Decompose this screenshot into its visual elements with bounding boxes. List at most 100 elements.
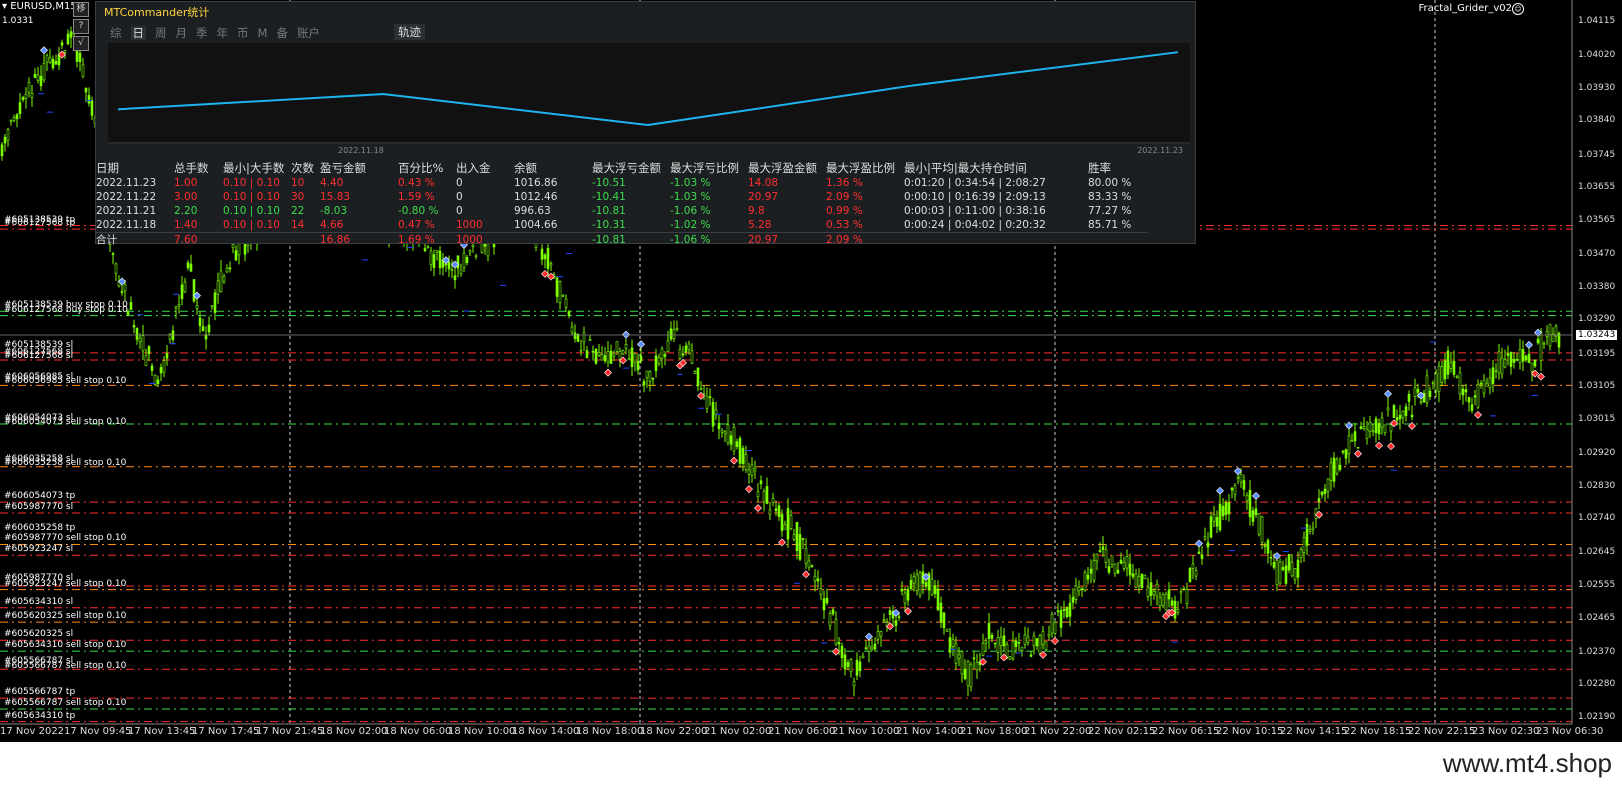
candle-body (666, 340, 670, 352)
candle-body (1455, 376, 1459, 378)
order-label[interactable]: #606054073 sell stop 0.10 (4, 417, 126, 427)
order-label[interactable]: #606054073 tp (4, 491, 75, 501)
fractal-down-marker (904, 607, 912, 616)
candle-body (1347, 435, 1351, 454)
stats-cell: 14.08 (748, 177, 779, 189)
symbol-label[interactable]: ▾ EURUSD,M15 (2, 1, 77, 12)
order-label[interactable]: #606127568 tp (4, 218, 75, 228)
order-label[interactable]: #605566787 tp (4, 687, 75, 697)
candle-body (993, 642, 997, 645)
time-label: 21 Nov 22:00 (1024, 726, 1092, 737)
candle-body (30, 93, 34, 98)
candle-body (615, 341, 619, 352)
candle-body (183, 281, 187, 293)
candle-body (1170, 600, 1174, 606)
candle-body (1518, 349, 1522, 364)
check-button[interactable]: √ (73, 36, 89, 51)
candle-body (1113, 563, 1117, 574)
candle-body (1413, 387, 1417, 397)
mtcommander-panel[interactable]: MTCommander统计 综日周月季年币 M 备账户 轨迹 2022.11.18 … (95, 1, 1196, 247)
candle-body (165, 353, 169, 359)
equity-date-start: 2022.11.18 (338, 146, 384, 155)
candle-body (603, 355, 607, 362)
order-label[interactable]: #605566787 sell stop 0.10 (4, 698, 126, 708)
candle-body (879, 631, 883, 637)
tab-track[interactable]: 轨迹 (394, 24, 425, 40)
period-tabs[interactable]: 综日周月季年币 M 备账户 (110, 25, 329, 41)
candle-body (1176, 609, 1180, 613)
candle-body (1107, 566, 1111, 573)
candle-body (1500, 357, 1504, 375)
candle-body (843, 654, 847, 670)
fractal-down-marker (832, 647, 840, 656)
candle-body (450, 269, 454, 271)
candle-body (906, 589, 910, 601)
order-label[interactable]: #605987770 sl (4, 502, 73, 512)
candle-body (1410, 414, 1414, 418)
help-button[interactable]: ? (73, 19, 89, 34)
stats-cell: -1.06 % (670, 232, 748, 247)
time-label: 18 Nov 02:00 (320, 726, 388, 737)
order-label[interactable]: #606035258 sell stop 0.10 (4, 458, 126, 468)
order-label[interactable]: #605923247 sl (4, 544, 73, 554)
tab-3[interactable]: 月 (176, 26, 188, 40)
stats-cell (1088, 232, 1148, 247)
candle-body (966, 661, 970, 687)
order-label[interactable]: #605923247 sell stop 0.10 (4, 579, 126, 589)
candle-body (60, 42, 64, 46)
candle-body (882, 619, 886, 621)
tab-7[interactable]: M (258, 26, 268, 40)
stats-cell: 1000 (456, 232, 514, 247)
smiley-icon[interactable]: ☺ (1512, 3, 1524, 15)
fractal-up-marker (1252, 491, 1260, 500)
current-price-tag: 1.03243 (1576, 330, 1618, 340)
candle-body (1290, 561, 1294, 577)
tab-2[interactable]: 周 (155, 26, 167, 40)
order-label[interactable]: #605620325 sl (4, 629, 73, 639)
stats-cell: 9.8 (748, 205, 765, 217)
candle-body (711, 402, 715, 427)
stats-cell: 次数 (291, 160, 314, 175)
candle-body (804, 548, 808, 564)
candle-body (876, 631, 880, 640)
stats-cell: 最小|大手数 (223, 160, 285, 175)
order-label[interactable]: #605987770 sell stop 0.10 (4, 533, 126, 543)
stats-cell: 2022.11.23 (96, 177, 157, 189)
side-buttons[interactable]: 移 ? √ (73, 2, 89, 53)
order-label[interactable]: #606056985 sell stop 0.10 (4, 376, 126, 386)
price-tick: 1.03105 (1578, 381, 1616, 392)
order-label[interactable]: #605620325 sell stop 0.10 (4, 611, 126, 621)
candle-body (462, 252, 466, 269)
order-label[interactable]: #605566787 sell stop 0.10 (4, 661, 126, 671)
order-label[interactable]: #605634310 tp (4, 711, 75, 721)
stats-cell: 0 (456, 191, 463, 203)
fractal-up-marker (1195, 539, 1203, 548)
tab-4[interactable]: 季 (196, 26, 208, 40)
order-label[interactable]: #605634310 sell stop 0.10 (4, 640, 126, 650)
move-button[interactable]: 移 (73, 2, 89, 17)
order-label[interactable]: #606035258 tp (4, 523, 75, 533)
stats-cell: 0:00:10 | 0:16:39 | 2:09:13 (904, 191, 1046, 203)
candle-body (888, 610, 892, 616)
candle-body (42, 63, 46, 81)
order-label[interactable]: #606127568 sl (4, 351, 73, 361)
tab-9[interactable]: 账户 (297, 26, 320, 40)
candle-body (135, 327, 139, 340)
tab-5[interactable]: 年 (217, 26, 229, 40)
candle-body (57, 54, 61, 66)
stats-cell: 0.10 | 0.10 (223, 219, 280, 231)
candle-body (762, 491, 766, 503)
candle-body (1050, 614, 1054, 634)
order-label[interactable]: #605634310 sl (4, 597, 73, 607)
tab-0[interactable]: 综 (110, 26, 122, 40)
stats-cell: 1012.46 (514, 191, 558, 203)
candle-body (90, 100, 94, 116)
order-label[interactable]: #606127568 buy stop 0.10 (4, 305, 128, 315)
tab-8[interactable]: 备 (276, 26, 288, 40)
tab-1[interactable]: 日 (130, 26, 146, 40)
tab-6[interactable]: 币 (237, 26, 249, 40)
candle-body (177, 304, 181, 307)
candle-body (981, 642, 985, 656)
candle-body (1233, 485, 1237, 495)
candle-body (1536, 338, 1540, 344)
